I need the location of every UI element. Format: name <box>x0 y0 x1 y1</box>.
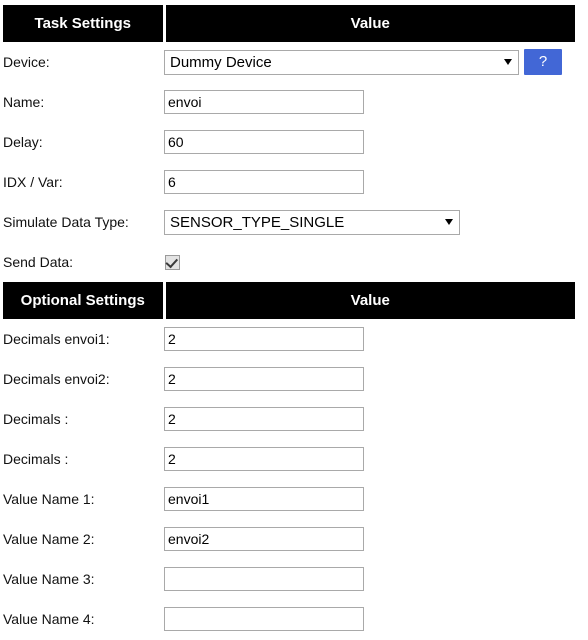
value-name-1-input[interactable] <box>164 487 364 511</box>
optional-settings-header: Optional Settings Value <box>3 282 575 319</box>
label-simulate-data-type: Simulate Data Type: <box>3 202 164 242</box>
decimals-4-input[interactable] <box>164 447 364 471</box>
row-value-name-1: Value Name 1: <box>3 479 575 519</box>
decimals-3-input[interactable] <box>164 407 364 431</box>
row-decimals-3: Decimals : <box>3 399 575 439</box>
task-settings-header-label: Task Settings <box>3 5 164 42</box>
label-name: Name: <box>3 82 164 122</box>
label-decimals-4: Decimals : <box>3 439 164 479</box>
decimals-envoi1-input[interactable] <box>164 327 364 351</box>
row-name: Name: <box>3 82 575 122</box>
device-select-value: Dummy Device <box>170 53 272 71</box>
row-decimals-4: Decimals : <box>3 439 575 479</box>
row-device: Device: Dummy Device ? <box>3 42 575 82</box>
decimals-envoi2-input[interactable] <box>164 367 364 391</box>
row-send-data: Send Data: <box>3 242 575 282</box>
value-name-3-input[interactable] <box>164 567 364 591</box>
row-idx-var: IDX / Var: <box>3 162 575 202</box>
value-name-2-input[interactable] <box>164 527 364 551</box>
simulate-data-type-value: SENSOR_TYPE_SINGLE <box>170 213 345 231</box>
task-settings-table: Task Settings Value Device: Dummy Device… <box>3 0 575 282</box>
simulate-data-type-select[interactable]: SENSOR_TYPE_SINGLE <box>164 209 460 235</box>
optional-settings-header-label: Optional Settings <box>3 282 164 319</box>
check-icon <box>165 255 179 269</box>
label-device: Device: <box>3 42 164 82</box>
label-decimals-envoi2: Decimals envoi2: <box>3 359 164 399</box>
chevron-down-icon <box>504 59 512 65</box>
row-decimals-envoi1: Decimals envoi1: <box>3 319 575 359</box>
optional-settings-header-value: Value <box>162 282 575 319</box>
label-decimals-envoi1: Decimals envoi1: <box>3 319 164 359</box>
task-settings-header: Task Settings Value <box>3 5 575 42</box>
label-value-name-2: Value Name 2: <box>3 519 164 559</box>
device-value-group: Dummy Device ? <box>164 49 575 75</box>
label-send-data: Send Data: <box>3 242 164 282</box>
settings-page: Task Settings Value Device: Dummy Device… <box>0 0 588 640</box>
device-help-button[interactable]: ? <box>524 49 562 75</box>
row-simulate-data-type: Simulate Data Type: SENSOR_TYPE_SINGLE <box>3 202 575 242</box>
delay-input[interactable] <box>164 130 364 154</box>
chevron-down-icon <box>445 219 453 225</box>
label-value-name-3: Value Name 3: <box>3 559 164 599</box>
idx-var-input[interactable] <box>164 170 364 194</box>
task-settings-header-value: Value <box>162 5 575 42</box>
row-value-name-4: Value Name 4: <box>3 599 575 639</box>
label-value-name-4: Value Name 4: <box>3 599 164 639</box>
row-value-name-2: Value Name 2: <box>3 519 575 559</box>
optional-settings-table: Optional Settings Value Decimals envoi1:… <box>3 282 575 639</box>
label-idx-var: IDX / Var: <box>3 162 164 202</box>
row-delay: Delay: <box>3 122 575 162</box>
label-value-name-1: Value Name 1: <box>3 479 164 519</box>
row-value-name-3: Value Name 3: <box>3 559 575 599</box>
label-decimals-3: Decimals : <box>3 399 164 439</box>
row-decimals-envoi2: Decimals envoi2: <box>3 359 575 399</box>
label-delay: Delay: <box>3 122 164 162</box>
name-input[interactable] <box>164 90 364 114</box>
value-name-4-input[interactable] <box>164 607 364 631</box>
device-select[interactable]: Dummy Device <box>164 49 519 75</box>
send-data-checkbox[interactable] <box>165 255 180 270</box>
